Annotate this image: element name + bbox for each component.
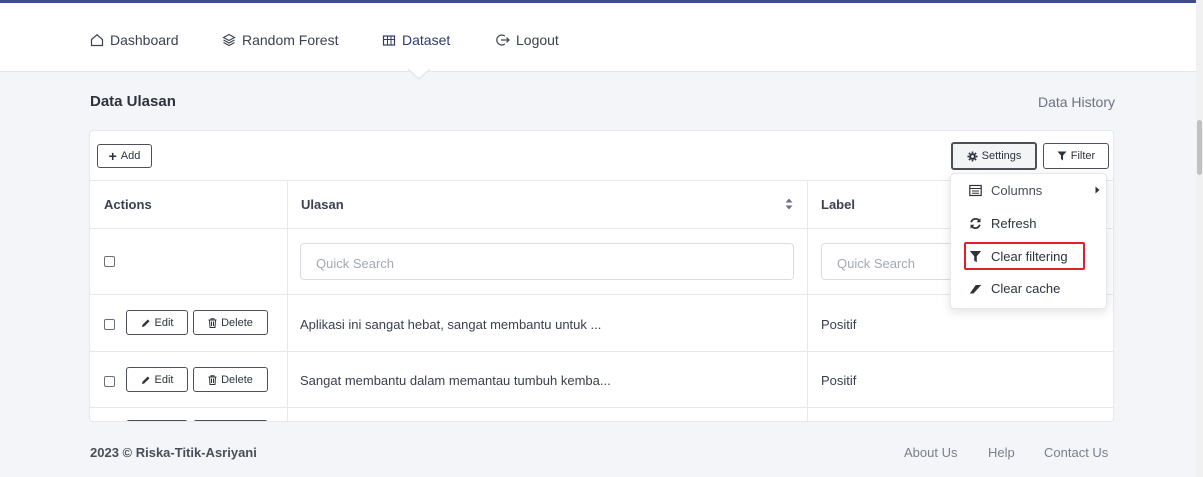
menu-item-label: Columns xyxy=(991,183,1043,198)
delete-button-label: Delete xyxy=(221,373,253,386)
dataset-icon xyxy=(382,35,396,46)
row-checkbox[interactable] xyxy=(104,319,115,330)
nav-item-label: Logout xyxy=(516,32,559,48)
highlight-box xyxy=(964,242,1085,270)
table-row: Edit Delete Sangat membantu dalam memant… xyxy=(90,352,1113,408)
row-checkbox[interactable] xyxy=(104,376,115,387)
edit-button-label: Edit xyxy=(154,373,174,386)
footer-link-contact[interactable]: Contact Us xyxy=(1044,445,1108,460)
eraser-icon xyxy=(969,285,982,294)
header-label[interactable]: Label xyxy=(821,197,855,212)
ulasan-search-input[interactable]: Quick Search xyxy=(300,243,794,280)
home-icon xyxy=(90,34,104,47)
delete-button[interactable] xyxy=(193,420,268,421)
submenu-arrow-icon xyxy=(1095,186,1100,194)
header-actions: Actions xyxy=(104,197,152,212)
menu-item-clear-cache[interactable]: Clear cache xyxy=(969,281,1060,296)
scrollbar-thumb[interactable] xyxy=(1197,120,1202,175)
columns-icon xyxy=(969,184,982,197)
nav-item-dashboard[interactable]: Dashboard xyxy=(90,32,179,48)
nav-item-label: Random Forest xyxy=(242,32,339,48)
nav-item-label: Dataset xyxy=(402,32,451,48)
sort-icon[interactable] xyxy=(785,198,793,210)
logout-icon xyxy=(496,34,510,46)
footer-copyright: 2023 © Riska-Titik-Asriyani xyxy=(90,445,257,460)
nav-item-dataset[interactable]: Dataset xyxy=(382,32,450,48)
plus-icon: + xyxy=(108,148,117,164)
trash-icon xyxy=(208,374,217,385)
filter-button[interactable]: Filter xyxy=(1043,143,1109,169)
pencil-icon xyxy=(141,319,150,327)
settings-dropdown-menu: Columns Refresh Clear filtering Clear ca… xyxy=(950,173,1107,309)
nav-item-logout[interactable]: Logout xyxy=(496,32,559,48)
menu-item-columns[interactable]: Columns xyxy=(969,183,1042,198)
delete-button[interactable]: Delete xyxy=(193,310,268,335)
select-all-checkbox[interactable] xyxy=(104,256,115,267)
add-button[interactable]: + Add xyxy=(97,144,152,168)
pencil-icon xyxy=(141,376,150,384)
delete-button[interactable]: Delete xyxy=(193,367,268,392)
refresh-icon xyxy=(970,218,981,229)
table-row-partial xyxy=(90,408,1113,421)
layers-icon xyxy=(222,33,236,47)
filter-button-label: Filter xyxy=(1070,150,1096,162)
page-scrollbar[interactable] xyxy=(1196,0,1203,477)
gear-icon xyxy=(967,150,978,162)
header-ulasan[interactable]: Ulasan xyxy=(301,197,344,212)
edit-button[interactable] xyxy=(126,420,188,421)
label-cell: Positif xyxy=(821,317,857,332)
delete-button-label: Delete xyxy=(221,316,253,329)
top-navbar: Dashboard Random Forest Dataset Logout xyxy=(0,3,1196,72)
ulasan-cell: Sangat membantu dalam memantau tumbuh ke… xyxy=(300,373,611,388)
settings-button[interactable]: Settings xyxy=(951,142,1037,170)
filter-icon xyxy=(1057,151,1067,161)
settings-button-label: Settings xyxy=(981,150,1022,162)
active-nav-caret xyxy=(408,68,430,78)
nav-item-label: Dashboard xyxy=(110,32,179,48)
trash-icon xyxy=(208,317,217,328)
edit-button[interactable]: Edit xyxy=(126,367,188,392)
menu-item-refresh[interactable]: Refresh xyxy=(969,216,1037,231)
ulasan-cell: Aplikasi ini sangat hebat, sangat memban… xyxy=(300,317,602,332)
page-title: Data Ulasan xyxy=(90,93,176,110)
footer-link-about[interactable]: About Us xyxy=(904,445,957,460)
data-history-link[interactable]: Data History xyxy=(1038,94,1115,110)
menu-item-label: Clear cache xyxy=(991,281,1061,296)
footer-link-help[interactable]: Help xyxy=(988,445,1015,460)
edit-button-label: Edit xyxy=(154,316,174,329)
label-cell: Positif xyxy=(821,373,857,388)
add-button-label: Add xyxy=(120,150,141,162)
edit-button[interactable]: Edit xyxy=(126,310,188,335)
menu-item-label: Refresh xyxy=(991,216,1037,231)
nav-item-random-forest[interactable]: Random Forest xyxy=(222,32,338,48)
